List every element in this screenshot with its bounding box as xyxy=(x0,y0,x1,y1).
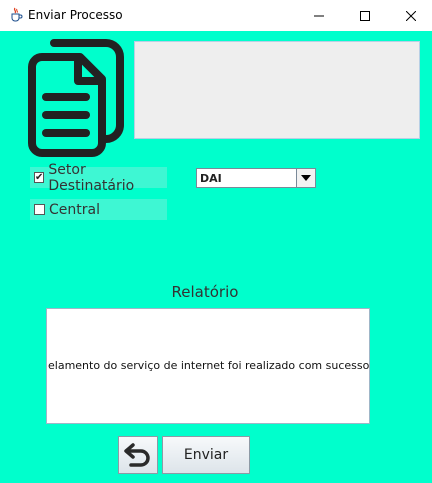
close-button[interactable] xyxy=(388,0,432,31)
relatorio-textarea[interactable]: elamento do serviço de internet foi real… xyxy=(46,308,370,424)
maximize-icon xyxy=(360,10,370,21)
setor-checkbox-box[interactable]: ✔ xyxy=(34,172,45,183)
java-cup-icon xyxy=(11,7,23,22)
setor-select[interactable]: DAI xyxy=(196,168,316,188)
setor-select-value: DAI xyxy=(200,171,222,185)
maximize-button[interactable] xyxy=(342,0,388,31)
close-icon xyxy=(406,10,416,21)
relatorio-text: elamento do serviço de internet foi real… xyxy=(48,359,370,372)
window-title: Enviar Processo xyxy=(28,8,123,22)
setor-destinatario-checkbox[interactable]: ✔ Setor Destinatário xyxy=(30,162,167,194)
documents-copy-icon xyxy=(28,39,124,157)
window-titlebar[interactable]: Enviar Processo xyxy=(0,0,432,31)
central-label: Central xyxy=(49,201,100,218)
undo-arrow-icon xyxy=(124,443,150,467)
relatorio-text-wrapper: elamento do serviço de internet foi real… xyxy=(48,359,370,373)
central-checkbox[interactable]: Central xyxy=(30,199,167,220)
setor-destinatario-label: Setor Destinatário xyxy=(48,161,135,194)
relatorio-label: Relatório xyxy=(171,283,239,301)
central-checkbox-box[interactable] xyxy=(34,204,45,215)
send-button[interactable]: Enviar xyxy=(162,436,250,474)
chevron-down-icon xyxy=(301,175,311,181)
back-button[interactable] xyxy=(118,436,158,474)
minimize-button[interactable] xyxy=(296,0,342,31)
main-panel: ✔ Setor Destinatário Central DAI Relatór… xyxy=(0,31,432,483)
minimize-icon xyxy=(314,15,324,16)
process-info-area[interactable] xyxy=(134,41,420,139)
dropdown-button[interactable] xyxy=(296,169,315,187)
